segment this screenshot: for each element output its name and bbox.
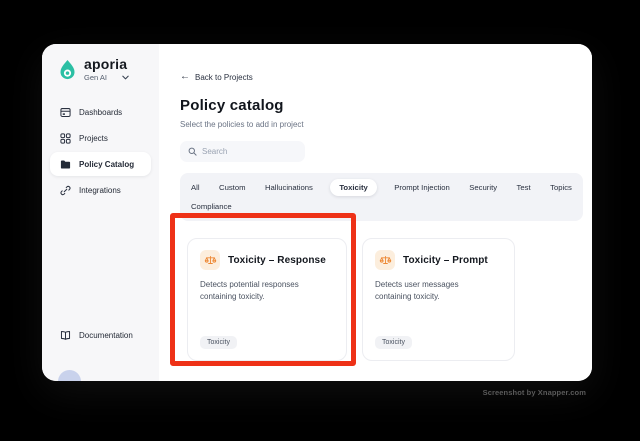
brand: aporia Gen AI [50, 57, 151, 82]
chevron-down-icon[interactable] [121, 73, 130, 82]
watermark-text: Screenshot by Xnapper.com [482, 388, 586, 397]
card-description: Detects potential responses containing t… [200, 280, 299, 302]
search-icon [188, 147, 197, 156]
sidebar-item-label: Projects [79, 133, 108, 143]
tab-compliance[interactable]: Compliance [189, 198, 234, 215]
scales-icon [200, 250, 220, 270]
card-tag: Toxicity [200, 336, 237, 349]
search-input[interactable] [202, 147, 297, 156]
sidebar-item-dashboards[interactable]: Dashboards [50, 100, 151, 124]
tabs-row-2: Compliance [189, 198, 574, 215]
sidebar-item-label: Documentation [79, 330, 133, 340]
arrow-left-icon: ← [180, 71, 190, 82]
back-link-label: Back to Projects [195, 72, 253, 82]
card-header: Toxicity – Prompt [375, 250, 502, 270]
sidebar-item-policy-catalog[interactable]: Policy Catalog [50, 152, 151, 176]
tab-hallucinations[interactable]: Hallucinations [263, 179, 315, 196]
scales-icon [375, 250, 395, 270]
sidebar-item-documentation[interactable]: Documentation [50, 323, 151, 347]
tabs-row-1: All Custom Hallucinations Toxicity Promp… [189, 178, 574, 196]
tab-toxicity[interactable]: Toxicity [330, 178, 377, 196]
card-description: Detects user messages containing toxicit… [375, 280, 459, 302]
card-title: Toxicity – Response [228, 254, 326, 266]
sidebar-item-integrations[interactable]: Integrations [50, 178, 151, 202]
page-title: Policy catalog [180, 97, 284, 114]
avatar[interactable] [58, 370, 81, 381]
card-title: Toxicity – Prompt [403, 254, 488, 266]
tab-prompt-injection[interactable]: Prompt Injection [392, 179, 452, 196]
app-window: aporia Gen AI Dashboards Projects Policy… [42, 44, 592, 381]
policy-cards: Toxicity – Response Detects potential re… [180, 238, 583, 361]
workspace-label: Gen AI [84, 73, 107, 82]
sidebar-nav: Dashboards Projects Policy Catalog Integ… [50, 100, 151, 202]
category-tabs: All Custom Hallucinations Toxicity Promp… [180, 173, 583, 221]
card-tag: Toxicity [375, 336, 412, 349]
aporia-drop-icon [60, 60, 75, 80]
card-header: Toxicity – Response [200, 250, 334, 270]
search-box[interactable] [180, 141, 305, 162]
main-content: ← Back to Projects Policy catalog Select… [159, 44, 592, 381]
tab-topics[interactable]: Topics [548, 179, 574, 196]
sidebar-item-projects[interactable]: Projects [50, 126, 151, 150]
tab-all[interactable]: All [189, 179, 202, 196]
brand-text: aporia Gen AI [84, 57, 130, 82]
back-to-projects-link[interactable]: ← Back to Projects [180, 71, 253, 82]
sidebar: aporia Gen AI Dashboards Projects Policy… [42, 44, 159, 381]
book-icon [60, 330, 71, 341]
page-subtitle: Select the policies to add in project [180, 120, 304, 129]
sidebar-item-label: Dashboards [79, 107, 123, 117]
tab-security[interactable]: Security [467, 179, 499, 196]
link-icon [60, 185, 71, 196]
dashboard-icon [60, 107, 71, 118]
tab-custom[interactable]: Custom [217, 179, 248, 196]
projects-grid-icon [60, 132, 71, 144]
policy-card-toxicity-response[interactable]: Toxicity – Response Detects potential re… [187, 238, 347, 361]
sidebar-item-label: Integrations [79, 185, 121, 195]
sidebar-item-label: Policy Catalog [79, 159, 135, 169]
folder-icon [60, 159, 71, 170]
policy-card-toxicity-prompt[interactable]: Toxicity – Prompt Detects user messages … [362, 238, 515, 361]
tab-test[interactable]: Test [515, 179, 533, 196]
brand-name: aporia [84, 56, 128, 72]
